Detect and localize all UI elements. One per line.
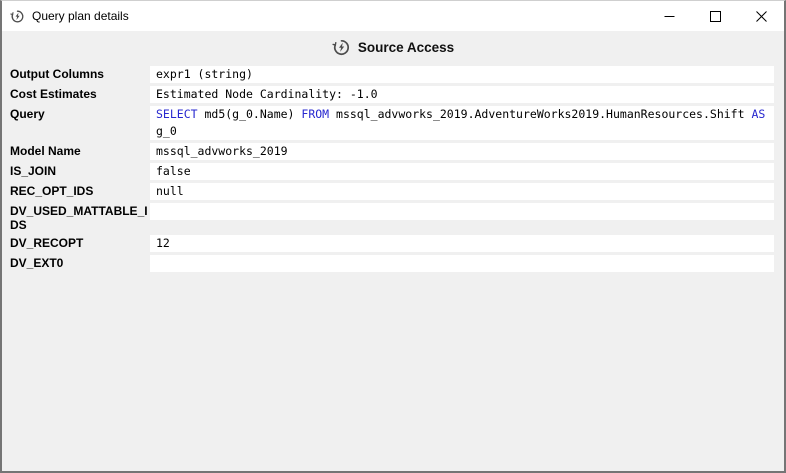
close-icon [756, 11, 767, 22]
plan-properties-form: Output Columns expr1 (string) Cost Estim… [2, 64, 784, 272]
property-row: Cost Estimates Estimated Node Cardinalit… [10, 86, 774, 103]
property-label: Output Columns [10, 66, 150, 81]
dv-used-mattable-ids-field[interactable] [150, 203, 774, 220]
query-plan-icon [10, 9, 25, 24]
section-title: Source Access [358, 40, 454, 55]
caption-buttons [646, 1, 784, 31]
property-row: Output Columns expr1 (string) [10, 66, 774, 83]
maximize-button[interactable] [692, 1, 738, 31]
property-label: Query [10, 106, 150, 121]
property-label: DV_USED_MATTABLE_IDS [10, 203, 150, 232]
cost-estimates-field[interactable]: Estimated Node Cardinality: -1.0 [150, 86, 774, 103]
minimize-icon [664, 11, 675, 22]
query-field[interactable]: SELECT md5(g_0.Name) FROM mssql_advworks… [150, 106, 774, 140]
minimize-button[interactable] [646, 1, 692, 31]
property-label: REC_OPT_IDS [10, 183, 150, 198]
property-row: Query SELECT md5(g_0.Name) FROM mssql_ad… [10, 106, 774, 140]
property-row: DV_EXT0 [10, 255, 774, 272]
section-header: Source Access [2, 31, 784, 64]
rec-opt-ids-field[interactable]: null [150, 183, 774, 200]
property-label: Model Name [10, 143, 150, 158]
dv-recopt-field[interactable]: 12 [150, 235, 774, 252]
property-row: DV_RECOPT 12 [10, 235, 774, 252]
output-columns-field[interactable]: expr1 (string) [150, 66, 774, 83]
property-label: DV_RECOPT [10, 235, 150, 250]
model-name-field[interactable]: mssql_advworks_2019 [150, 143, 774, 160]
property-row: REC_OPT_IDS null [10, 183, 774, 200]
property-label: IS_JOIN [10, 163, 150, 178]
source-access-icon [332, 38, 351, 57]
titlebar: Query plan details [2, 1, 784, 31]
property-label: DV_EXT0 [10, 255, 150, 270]
property-row: IS_JOIN false [10, 163, 774, 180]
property-row: DV_USED_MATTABLE_IDS [10, 203, 774, 232]
window-title: Query plan details [32, 9, 129, 23]
query-plan-details-window: Query plan details [0, 0, 786, 473]
is-join-field[interactable]: false [150, 163, 774, 180]
property-label: Cost Estimates [10, 86, 150, 101]
dv-ext0-field[interactable] [150, 255, 774, 272]
property-row: Model Name mssql_advworks_2019 [10, 143, 774, 160]
maximize-icon [710, 11, 721, 22]
close-button[interactable] [738, 1, 784, 31]
